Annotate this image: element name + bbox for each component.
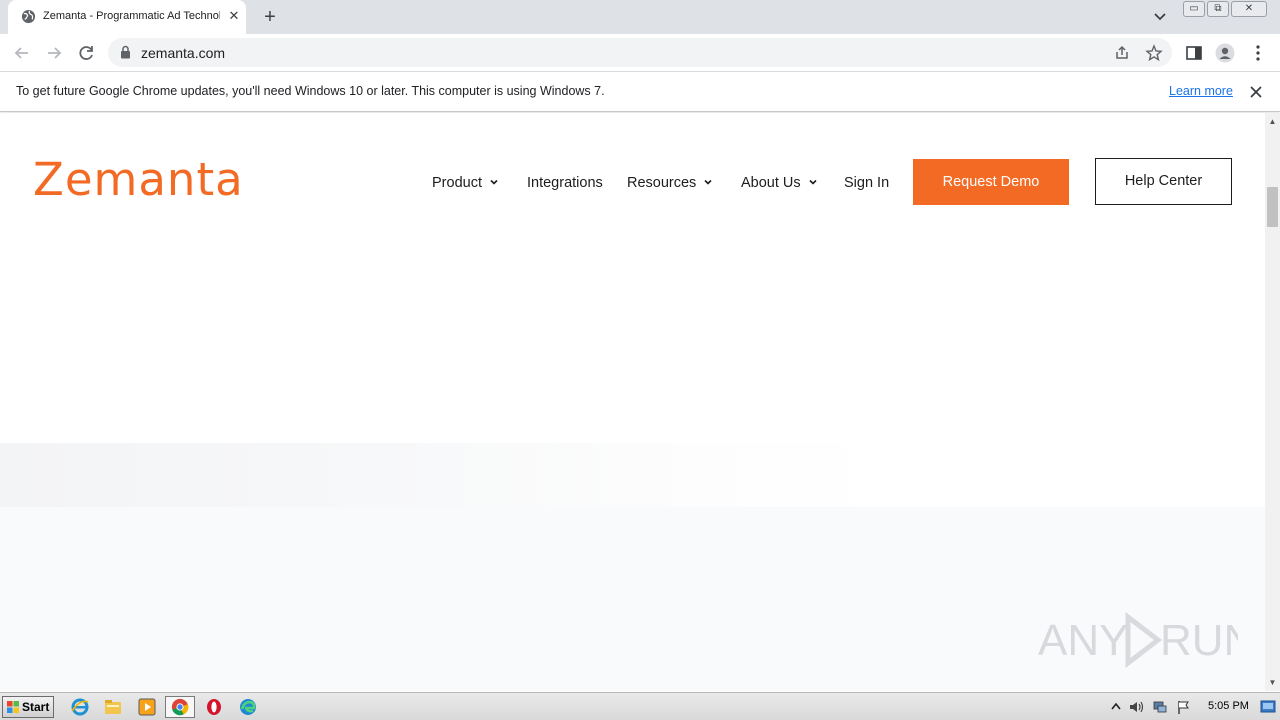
taskbar-clock[interactable]: 5:05 PM <box>1208 700 1249 712</box>
start-button[interactable]: Start <box>2 696 54 718</box>
tab-strip: Zemanta - Programmatic Ad Technology ✕ +… <box>0 0 1280 34</box>
svg-text:ANY: ANY <box>1038 616 1128 665</box>
window-close-button[interactable]: ✕ <box>1231 1 1267 17</box>
chrome-icon <box>171 698 189 716</box>
volume-icon[interactable] <box>1128 699 1144 715</box>
url-text[interactable]: zemanta.com <box>141 45 225 61</box>
update-infobar: To get future Google Chrome updates, you… <box>0 72 1280 112</box>
edge-icon[interactable] <box>238 697 258 717</box>
browser-toolbar: zemanta.com <box>0 34 1280 72</box>
globe-icon <box>21 9 36 24</box>
browser-tab[interactable]: Zemanta - Programmatic Ad Technology ✕ <box>8 0 246 34</box>
request-demo-button[interactable]: Request Demo <box>913 159 1069 205</box>
back-arrow-icon[interactable] <box>11 42 33 64</box>
show-hidden-icons-icon[interactable] <box>1108 699 1124 715</box>
tab-search-chevron-icon[interactable] <box>1150 8 1170 26</box>
scroll-down-arrow-icon[interactable]: ▼ <box>1268 678 1277 687</box>
scroll-up-arrow-icon[interactable]: ▲ <box>1268 117 1277 126</box>
windows-flag-icon <box>7 701 19 713</box>
window-controls: ▭ ⧉ ✕ <box>1183 1 1267 17</box>
nav-label: Product <box>432 175 482 191</box>
opera-icon[interactable] <box>204 697 224 717</box>
chevron-down-icon <box>809 179 817 185</box>
chevron-down-icon <box>704 179 712 185</box>
site-logo[interactable]: Zemanta <box>33 154 244 206</box>
lock-icon[interactable] <box>120 45 131 59</box>
start-label: Start <box>22 700 50 714</box>
page-scrollbar[interactable]: ▲ ▼ <box>1265 113 1280 691</box>
learn-more-link[interactable]: Learn more <box>1169 84 1233 98</box>
tab-close-icon[interactable]: ✕ <box>225 7 243 25</box>
kebab-menu-icon[interactable] <box>1248 43 1268 63</box>
restore-button[interactable]: ⧉ <box>1207 1 1229 17</box>
new-tab-button[interactable]: + <box>259 6 281 28</box>
scrollbar-thumb[interactable] <box>1267 187 1278 227</box>
nav-item-product[interactable]: Product <box>432 175 498 191</box>
ie-icon[interactable] <box>70 697 90 717</box>
side-panel-icon[interactable] <box>1184 43 1204 63</box>
system-tray: 5:05 PM <box>1104 695 1280 719</box>
nav-item-resources[interactable]: Resources <box>627 175 712 191</box>
anyrun-watermark-logo: ANY RUN <box>1038 611 1238 669</box>
address-bar[interactable]: zemanta.com <box>108 38 1172 67</box>
infobar-close-icon[interactable] <box>1248 84 1264 100</box>
reload-icon[interactable] <box>75 42 97 64</box>
network-icon[interactable] <box>1152 699 1168 715</box>
show-desktop-icon[interactable] <box>1260 699 1276 715</box>
nav-label: Integrations <box>527 175 603 191</box>
nav-label: Sign In <box>844 175 890 191</box>
nav-label: About Us <box>741 175 801 191</box>
nav-item-integrations[interactable]: Integrations <box>527 175 603 191</box>
page-viewport: Zemanta Product Integrations Resources A… <box>0 113 1265 691</box>
hero-fade-band <box>0 443 1265 507</box>
windows-taskbar: Start 5:05 PM <box>0 692 1280 720</box>
forward-arrow-icon[interactable] <box>43 42 65 64</box>
svg-text:RUN: RUN <box>1160 616 1238 665</box>
share-icon[interactable] <box>1113 44 1131 62</box>
nav-item-sign-in[interactable]: Sign In <box>844 175 889 191</box>
media-player-icon[interactable] <box>137 697 157 717</box>
profile-avatar-icon[interactable] <box>1215 43 1235 63</box>
nav-item-about-us[interactable]: About Us <box>741 175 817 191</box>
minimize-button[interactable]: ▭ <box>1183 1 1205 17</box>
infobar-message: To get future Google Chrome updates, you… <box>16 84 605 98</box>
nav-label: Resources <box>627 175 697 191</box>
tab-title: Zemanta - Programmatic Ad Technology <box>43 10 220 22</box>
chevron-down-icon <box>490 179 498 185</box>
explorer-icon[interactable] <box>103 697 123 717</box>
bookmark-star-icon[interactable] <box>1145 44 1163 62</box>
action-center-flag-icon[interactable] <box>1176 699 1192 715</box>
chrome-taskbar-button[interactable] <box>165 696 195 718</box>
help-center-button[interactable]: Help Center <box>1095 158 1232 205</box>
